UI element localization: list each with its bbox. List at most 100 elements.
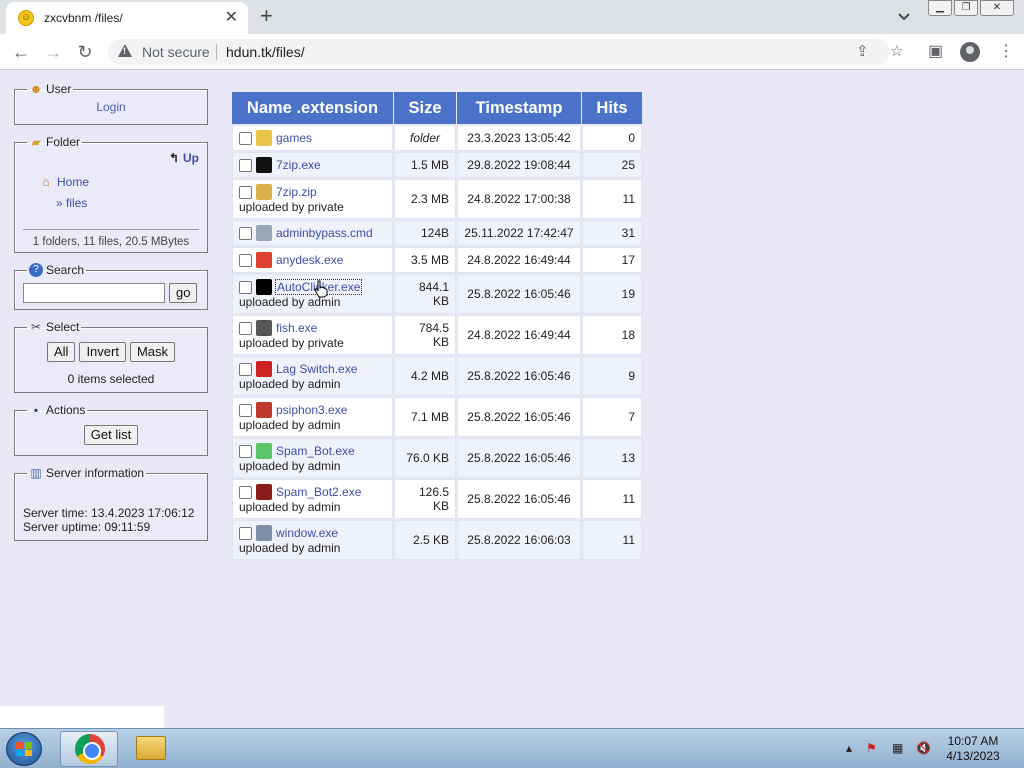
lagswitch-icon <box>256 361 272 377</box>
row-checkbox[interactable] <box>239 445 252 458</box>
restore-window-button[interactable]: ❐ <box>954 0 978 16</box>
start-button[interactable] <box>6 732 42 766</box>
new-tab-button[interactable]: + <box>260 4 273 28</box>
mask-selection-button[interactable]: Mask <box>129 342 176 362</box>
row-checkbox[interactable] <box>239 486 252 499</box>
bookmark-star-icon[interactable]: ☆ <box>890 43 903 61</box>
share-icon[interactable]: ⇪ <box>856 43 869 61</box>
size-cell: 844.1 KB <box>394 274 456 314</box>
browser-tab[interactable]: ☺ zxcvbnm /files/ ✕ <box>6 2 248 34</box>
action-center-flag-icon[interactable]: ⚑ <box>866 741 877 755</box>
fish-icon <box>256 320 272 336</box>
reload-icon[interactable]: ↻ <box>74 41 96 63</box>
name-cell: anydesk.exe <box>232 247 393 273</box>
taskbar-chrome-button[interactable] <box>60 731 118 767</box>
search-legend: Search <box>46 263 85 277</box>
folder-panel: ▰ Folder ↰ Up ⌂ Home » files 1 folders, 11 … <box>14 135 208 253</box>
7zip-icon <box>256 157 272 173</box>
file-link[interactable]: Spam_Bot.exe <box>276 444 355 458</box>
row-checkbox[interactable] <box>239 363 252 376</box>
search-go-button[interactable]: go <box>169 283 198 303</box>
file-explorer-icon <box>136 736 166 760</box>
file-link[interactable]: psiphon3.exe <box>276 403 347 417</box>
home-link[interactable]: Home <box>57 175 89 189</box>
autoclicker-icon <box>256 279 272 295</box>
column-header-name[interactable]: Name .extension <box>232 92 393 124</box>
taskbar-explorer-button[interactable] <box>122 731 180 767</box>
profile-avatar-icon[interactable] <box>960 42 980 62</box>
browser-toolbar: ← → ↻ Not secure hdun.tk/files/ ⇪ ☆ ▣ ⋮ <box>0 34 1024 70</box>
tab-close-icon[interactable]: ✕ <box>225 9 238 27</box>
row-checkbox[interactable] <box>239 254 252 267</box>
current-folder-link[interactable]: » files <box>56 196 87 210</box>
windows-taskbar: ▴ ⚑ ▦ 🔇 10:07 AM 4/13/2023 <box>0 728 1024 768</box>
file-link[interactable]: games <box>276 131 312 145</box>
folder-stats: 1 folders, 11 files, 20.5 MBytes <box>23 229 199 248</box>
file-link[interactable]: 7zip.zip <box>276 185 317 199</box>
chrome-icon <box>75 734 105 764</box>
smiley-favicon-icon: ☺ <box>18 10 34 26</box>
selection-count: 0 items selected <box>67 372 155 386</box>
row-checkbox[interactable] <box>239 281 252 294</box>
volume-muted-icon[interactable]: 🔇 <box>916 741 931 755</box>
row-checkbox[interactable] <box>239 322 252 335</box>
select-legend: Select <box>46 320 80 334</box>
search-input[interactable] <box>23 283 165 303</box>
side-panel-icon[interactable]: ▣ <box>928 42 943 62</box>
row-checkbox[interactable] <box>239 227 252 240</box>
back-arrow-icon[interactable]: ← <box>10 41 32 63</box>
file-table: Name .extension Size Timestamp Hits game… <box>231 91 643 561</box>
file-link[interactable]: 7zip.exe <box>276 158 321 172</box>
row-checkbox[interactable] <box>239 132 252 145</box>
timestamp-cell: 29.8.2022 19:08:44 <box>457 152 581 178</box>
forward-arrow-icon[interactable]: → <box>42 41 64 63</box>
size-cell: 126.5 KB <box>394 479 456 519</box>
up-link[interactable]: ↰ Up <box>167 151 199 165</box>
column-header-size[interactable]: Size <box>394 92 456 124</box>
row-checkbox[interactable] <box>239 159 252 172</box>
table-row: 7zip.exe 1.5 MB 29.8.2022 19:08:44 25 <box>232 152 642 178</box>
select-all-button[interactable]: All <box>46 342 76 362</box>
file-link[interactable]: Spam_Bot2.exe <box>276 485 361 499</box>
hits-cell: 9 <box>582 356 642 396</box>
row-checkbox[interactable] <box>239 186 252 199</box>
psiphon-icon <box>256 402 272 418</box>
row-checkbox[interactable] <box>239 404 252 417</box>
anydesk-icon <box>256 252 272 268</box>
file-link[interactable]: anydesk.exe <box>276 253 343 267</box>
file-link[interactable]: Lag Switch.exe <box>276 362 357 376</box>
column-header-timestamp[interactable]: Timestamp <box>457 92 581 124</box>
table-row: window.exe uploaded by admin 2.5 KB 25.8.20… <box>232 520 642 560</box>
size-cell: 4.2 MB <box>394 356 456 396</box>
tab-search-chevron-icon[interactable] <box>896 8 912 24</box>
address-bar[interactable]: Not secure hdun.tk/files/ ⇪ ☆ <box>108 39 903 65</box>
file-link[interactable]: fish.exe <box>276 321 317 335</box>
up-label[interactable]: Up <box>183 151 199 165</box>
file-table-body: games folder 23.3.2023 13:05:42 0 7zip.exe 1.… <box>232 125 642 560</box>
clock-date: 4/13/2023 <box>946 749 1000 763</box>
up-arrow-icon: ↰ <box>168 151 180 165</box>
network-icon[interactable]: ▦ <box>892 741 903 755</box>
hand-cursor-icon <box>314 280 328 298</box>
close-window-button[interactable]: ✕ <box>980 0 1014 16</box>
row-checkbox[interactable] <box>239 527 252 540</box>
file-link[interactable]: window.exe <box>276 526 338 540</box>
table-row: Spam_Bot.exe uploaded by admin 76.0 KB 25.8… <box>232 438 642 478</box>
minimize-window-button[interactable]: ▁ <box>928 0 952 16</box>
invert-selection-button[interactable]: Invert <box>79 342 126 362</box>
get-list-button[interactable]: Get list <box>83 425 139 445</box>
menu-kebab-icon[interactable]: ⋮ <box>998 42 1014 62</box>
not-secure-label[interactable]: Not secure <box>142 44 210 60</box>
home-icon: ⌂ <box>42 175 50 189</box>
column-header-hits[interactable]: Hits <box>582 92 642 124</box>
show-hidden-icons-icon[interactable]: ▴ <box>846 741 852 755</box>
warning-icon[interactable] <box>118 44 132 57</box>
url-text[interactable]: hdun.tk/files/ <box>226 44 305 60</box>
login-link[interactable]: Login <box>23 100 199 114</box>
size-cell: 76.0 KB <box>394 438 456 478</box>
folder-open-icon: ▰ <box>31 135 41 149</box>
hits-cell: 31 <box>582 220 642 246</box>
file-link[interactable]: adminbypass.cmd <box>276 226 373 240</box>
system-clock[interactable]: 10:07 AM 4/13/2023 <box>936 734 1010 764</box>
table-row: Spam_Bot2.exe uploaded by admin 126.5 KB 25… <box>232 479 642 519</box>
